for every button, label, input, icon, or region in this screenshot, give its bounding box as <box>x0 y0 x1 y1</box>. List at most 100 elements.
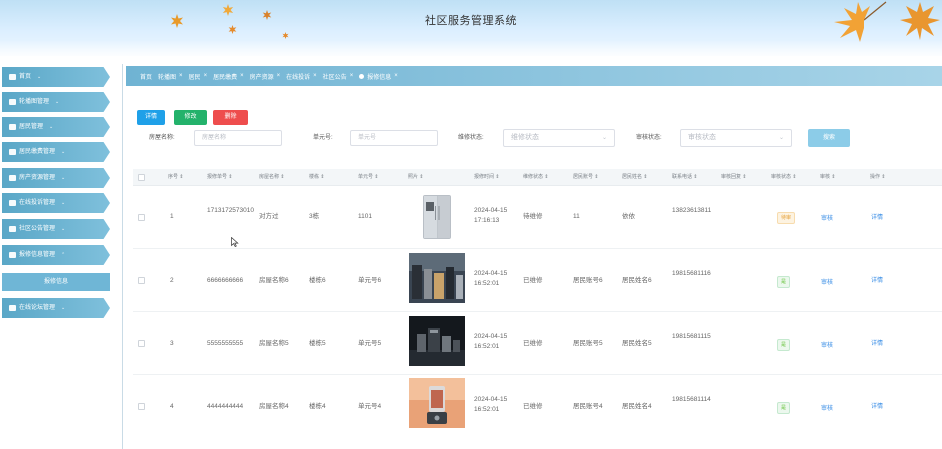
tab-residents[interactable]: 居民 × <box>189 72 208 81</box>
table-header: 序号 ⇕ 报修单号 ⇕ 房屋名称 ⇕ 楼栋 ⇕ 单元号 ⇕ 照片 ⇕ 报修时间 … <box>133 169 942 186</box>
cell-no: 3 <box>170 340 174 347</box>
detail-link[interactable]: 详情 <box>871 212 883 221</box>
kitchen-appliances-photo[interactable] <box>409 316 465 366</box>
audit-link[interactable]: 审核 <box>821 213 833 222</box>
audit-status-select[interactable]: 审核状态 ⌄ <box>680 129 792 147</box>
column-header[interactable]: 楼栋 ⇕ <box>309 169 325 186</box>
sidebar-item-label: 居民缴费管理 <box>19 149 56 155</box>
column-header[interactable]: 报修单号 ⇕ <box>207 169 233 186</box>
chevron-down-icon: ⌄ <box>49 124 54 130</box>
column-header[interactable]: 单元号 ⇕ <box>358 169 379 186</box>
cell-account: 11 <box>573 213 580 220</box>
sidebar-item-carousel[interactable]: 轮播图管理 ⌄ <box>2 92 110 112</box>
close-icon[interactable]: × <box>394 73 398 79</box>
column-header[interactable]: 居民账号 ⇕ <box>573 169 599 186</box>
notice-icon <box>9 226 16 232</box>
user-icon <box>9 124 16 130</box>
cell-building: 楼栋6 <box>309 277 326 284</box>
close-icon[interactable]: × <box>277 73 281 79</box>
cell-no: 2 <box>170 277 174 284</box>
status-badge: 是 <box>777 276 791 288</box>
tab-label: 居民缴费 <box>213 74 238 81</box>
detail-link[interactable]: 详情 <box>871 275 883 284</box>
column-header[interactable]: 居民姓名 ⇕ <box>622 169 648 186</box>
status-badge: 是 <box>777 339 791 351</box>
cell-time: 2024-04-15 16:52:01 <box>474 396 508 413</box>
tab-complaints[interactable]: 在线投诉 × <box>286 72 317 81</box>
cell-repair-status: 已维修 <box>523 340 543 347</box>
column-header[interactable]: 照片 ⇕ <box>408 169 424 186</box>
cell-building: 3栋 <box>309 213 320 220</box>
blender-photo[interactable] <box>409 378 465 428</box>
close-icon[interactable]: × <box>204 73 208 79</box>
unit-input[interactable]: 单元号 <box>350 130 438 146</box>
row-checkbox[interactable] <box>138 340 145 347</box>
column-header[interactable]: 操作 ⇕ <box>870 169 886 186</box>
column-header[interactable]: 维修状态 ⇕ <box>523 169 549 186</box>
close-icon[interactable]: × <box>240 73 244 79</box>
sidebar-item-home[interactable]: 首页 ⌄ <box>2 67 110 87</box>
select-all-checkbox[interactable] <box>138 174 145 181</box>
sidebar-item-notices[interactable]: 社区公告管理 ⌄ <box>2 219 110 239</box>
tab-carousel[interactable]: 轮播图 × <box>158 72 183 81</box>
column-header[interactable]: 审核状态 ⇕ <box>771 169 797 186</box>
audit-link[interactable]: 审核 <box>821 340 833 349</box>
detail-link[interactable]: 详情 <box>871 338 883 347</box>
table-row[interactable]: 3 5555555555 房屋名称5 楼栋5 单元号5 2024-04-15 1… <box>133 312 942 375</box>
cell-unit: 单元号4 <box>358 403 382 410</box>
row-checkbox[interactable] <box>138 214 145 221</box>
column-header[interactable]: 审核 ⇕ <box>820 169 836 186</box>
sidebar-item-complaints[interactable]: 在线投诉管理 ⌄ <box>2 193 110 213</box>
cell-repair-status: 待维修 <box>523 213 543 220</box>
column-header[interactable]: 房屋名称 ⇕ <box>259 169 285 186</box>
tab-label: 社区公告 <box>322 74 347 81</box>
table-row[interactable]: 2 6666666666 房屋名称6 楼栋6 单元号6 2024-04-15 1… <box>133 249 942 312</box>
tab-repair-info[interactable]: 报修信息 × <box>359 72 398 81</box>
close-icon[interactable]: × <box>350 73 354 79</box>
sidebar: 首页 ⌄ 轮播图管理 ⌄ 居民管理 ⌄ 居民缴费管理 ⌄ 房产资源管理 ⌄ 在线… <box>0 64 122 449</box>
tab-label: 居民 <box>188 74 201 81</box>
audit-link[interactable]: 审核 <box>821 277 833 286</box>
fridge-photo[interactable] <box>409 192 465 242</box>
detail-link[interactable]: 详情 <box>871 401 883 410</box>
tab-payments[interactable]: 居民缴费 × <box>213 72 244 81</box>
close-icon[interactable]: × <box>313 73 317 79</box>
cell-time: 2024-04-15 16:52:01 <box>474 270 508 287</box>
chevron-down-icon: ⌄ <box>61 226 66 232</box>
sidebar-item-residents[interactable]: 居民管理 ⌄ <box>2 117 110 137</box>
column-header[interactable]: 报修时间 ⇕ <box>474 169 500 186</box>
sidebar-item-forum[interactable]: 在线论坛管理 ⌄ <box>2 298 110 318</box>
tab-property[interactable]: 房产资源 × <box>250 72 281 81</box>
cell-account: 居民账号6 <box>573 277 603 284</box>
edit-button[interactable]: 修改 <box>174 110 207 125</box>
chart-icon <box>9 149 16 155</box>
sidebar-item-property[interactable]: 房产资源管理 ⌄ <box>2 168 110 188</box>
table-row[interactable]: 1 1713172573010 对方过 3栋 1101 2024-04-15 1… <box>133 186 942 249</box>
detail-button[interactable]: 详情 <box>137 110 165 125</box>
appliances-photo[interactable] <box>409 253 465 303</box>
cell-name: 居民姓名4 <box>622 403 652 410</box>
column-header[interactable]: 序号 ⇕ <box>168 169 184 186</box>
close-icon[interactable]: × <box>179 73 183 79</box>
search-button[interactable]: 搜索 <box>808 129 850 147</box>
sidebar-item-payments[interactable]: 居民缴费管理 ⌄ <box>2 142 110 162</box>
cell-account: 居民账号5 <box>573 340 603 347</box>
room-name-input[interactable]: 房屋名称 <box>194 130 282 146</box>
delete-button[interactable]: 删除 <box>213 110 248 125</box>
cell-unit: 1101 <box>358 213 372 220</box>
tab-home[interactable]: 首页 <box>140 72 152 81</box>
cell-name: 居民姓名6 <box>622 277 652 284</box>
sidebar-subitem-repair-info[interactable]: 报修信息 <box>2 273 110 291</box>
column-header[interactable]: 联系电话 ⇕ <box>672 169 698 186</box>
sidebar-item-repairs[interactable]: 报修信息管理 ⌃ <box>2 245 110 265</box>
row-checkbox[interactable] <box>138 277 145 284</box>
row-checkbox[interactable] <box>138 403 145 410</box>
column-header[interactable]: 审核回复 ⇕ <box>721 169 747 186</box>
tab-label: 在线投诉 <box>286 74 311 81</box>
table-row[interactable]: 4 4444444444 房屋名称4 楼栋4 单元号4 2024-04-15 1… <box>133 375 942 449</box>
repair-status-select[interactable]: 维修状态 ⌄ <box>503 129 615 147</box>
tab-notices[interactable]: 社区公告 × <box>323 72 354 81</box>
audit-link[interactable]: 审核 <box>821 403 833 412</box>
app-header: 社区服务管理系统 <box>0 0 942 56</box>
tab-label: 房产资源 <box>249 74 274 81</box>
